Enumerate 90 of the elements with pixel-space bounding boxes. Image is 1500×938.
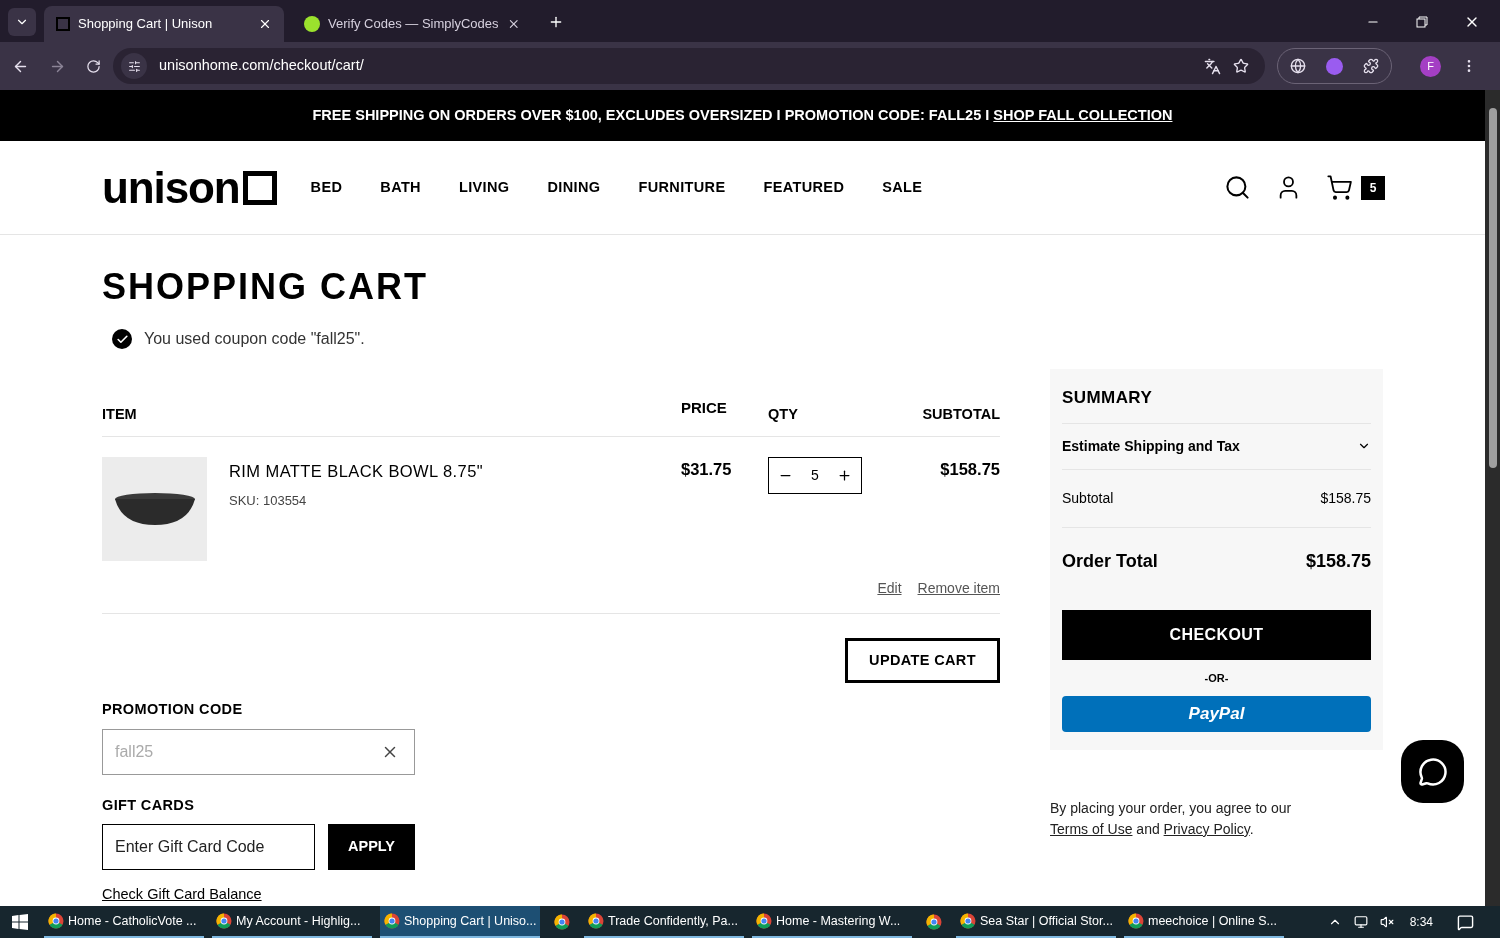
address-bar[interactable]: unisonhome.com/checkout/cart/	[113, 48, 1265, 84]
section-label: GIFT CARDS	[102, 795, 196, 815]
order-agreement-text: By placing your order, you agree to our Terms of Use and Privacy Policy.	[1050, 799, 1293, 839]
extensions-icon[interactable]	[1363, 58, 1379, 74]
taskbar-app[interactable]: Shopping Cart | Uniso...	[380, 906, 540, 938]
column-header: ITEM	[102, 404, 138, 424]
muted-speaker-icon[interactable]	[1379, 915, 1394, 929]
chat-bubble-icon	[1417, 756, 1448, 787]
subtotal-label: Subtotal	[1062, 488, 1114, 508]
taskbar-app[interactable]: Home - Mastering W...	[752, 906, 912, 938]
item-action-link[interactable]: Remove item	[917, 577, 1000, 599]
product-name[interactable]: RIM MATTE BLACK BOWL 8.75"	[229, 458, 681, 484]
clock-text: 8:34	[1409, 914, 1433, 931]
bookmark-star-icon[interactable]	[1233, 58, 1249, 74]
promo-text: FREE SHIPPING ON ORDERS OVER $100, EXCLUDES OVERSIZED I PROMOTION CODE: FALL25 I SHOP FALL COLLECTION	[312, 105, 1173, 125]
subtotal-value: $158.75	[1320, 488, 1371, 508]
reload-icon[interactable]	[86, 58, 101, 74]
browser-icon	[384, 913, 400, 929]
checkout-button[interactable]: CHECKOUT	[1062, 609, 1371, 660]
column-header: PRICE	[681, 398, 728, 418]
update-cart-button[interactable]: UPDATE CART	[845, 637, 1000, 683]
nav-link[interactable]: BED	[310, 176, 343, 199]
or-divider-text: -OR-	[1203, 670, 1230, 686]
terms-link[interactable]: Terms of Use	[1050, 821, 1133, 837]
cart-icon[interactable]	[1326, 174, 1353, 201]
url-text: unisonhome.com/checkout/cart/	[159, 56, 365, 76]
notifications-icon[interactable]	[1457, 913, 1474, 931]
cart-count-badge: 5	[1361, 175, 1385, 200]
nav-link[interactable]: DINING	[547, 176, 601, 199]
windows-start-icon[interactable]	[12, 914, 28, 930]
page-title: SHOPPING CART	[102, 269, 430, 305]
browser-icon	[48, 913, 64, 929]
browser-icon	[554, 914, 570, 930]
quantity-stepper[interactable]: 5	[768, 456, 862, 494]
shop-collection-link[interactable]: SHOP FALL COLLECTION	[993, 106, 1173, 123]
new-tab-icon[interactable]	[548, 14, 564, 30]
tab-title: Verify Codes — SimplyCodes	[328, 15, 499, 34]
tab-list-button[interactable]	[8, 8, 36, 36]
product-sku: SKU: 103554	[229, 492, 308, 511]
taskbar-app[interactable]: My Account - Highlig...	[212, 906, 372, 938]
browser-tab[interactable]: Verify Codes — SimplyCodes	[292, 6, 532, 42]
nav-link[interactable]: LIVING	[458, 176, 510, 199]
apply-button[interactable]: APPLY	[328, 824, 415, 871]
nav-link[interactable]: FEATURED	[763, 176, 845, 199]
paypal-button[interactable]: PayPal	[1062, 696, 1371, 732]
item-price: $31.75	[681, 458, 733, 480]
close-icon[interactable]	[258, 17, 272, 31]
gift-card-balance-link[interactable]: Check Gift Card Balance	[102, 884, 262, 906]
browser-tab[interactable]: Shopping Cart | Unison	[44, 6, 284, 42]
estimate-shipping-toggle[interactable]: Estimate Shipping and Tax	[1062, 423, 1371, 470]
network-icon[interactable]	[1353, 915, 1368, 929]
browser-icon	[960, 913, 976, 929]
section-label: PROMOTION CODE	[102, 699, 244, 719]
plus-icon[interactable]	[836, 467, 852, 483]
profile-avatar[interactable]: F	[1420, 55, 1441, 77]
order-total-value: $158.75	[1305, 549, 1371, 573]
privacy-link[interactable]: Privacy Policy	[1163, 821, 1250, 837]
translate-icon[interactable]	[1204, 57, 1221, 75]
square-favicon-icon	[56, 17, 70, 31]
chat-button[interactable]	[1401, 740, 1464, 803]
tab-title: Shopping Cart | Unison	[78, 15, 214, 34]
browser-icon	[1128, 913, 1144, 929]
taskbar-app[interactable]: Trade Confidently, Pa...	[584, 906, 744, 938]
quantity-value: 5	[811, 465, 819, 485]
column-header: SUBTOTAL	[921, 404, 1000, 424]
gift-card-field[interactable]: Enter Gift Card Code	[102, 824, 315, 871]
browser-icon	[216, 913, 232, 929]
tag-extension-icon[interactable]	[1326, 57, 1343, 75]
unison-logo[interactable]: unison	[102, 165, 277, 210]
nav-link[interactable]: FURNITURE	[638, 176, 726, 199]
coupon-notice: You used coupon code "fall25".	[144, 329, 365, 349]
nav-link[interactable]: SALE	[882, 176, 923, 199]
site-settings-icon[interactable]	[121, 53, 147, 79]
order-total-label: Order Total	[1062, 549, 1158, 573]
taskbar-app[interactable]: meechoice | Online S...	[1124, 906, 1284, 938]
restore-icon[interactable]	[1416, 16, 1428, 28]
nav-link[interactable]: BATH	[380, 176, 421, 199]
tag-favicon-icon	[304, 16, 320, 32]
globe-icon[interactable]	[1290, 58, 1306, 74]
taskbar-app[interactable]: Sea Star | Official Stor...	[956, 906, 1116, 938]
check-icon	[112, 329, 132, 349]
browser-icon	[756, 913, 772, 929]
item-subtotal: $158.75	[939, 458, 1000, 480]
browser-icon	[588, 913, 604, 929]
column-header: QTY	[768, 404, 799, 424]
taskbar-app[interactable]: Home - CatholicVote ...	[44, 906, 204, 938]
summary-title: SUMMARY	[1062, 385, 1371, 424]
browser-icon	[926, 914, 942, 930]
item-action-link[interactable]: Edit	[877, 577, 902, 599]
search-icon[interactable]	[1224, 174, 1251, 201]
